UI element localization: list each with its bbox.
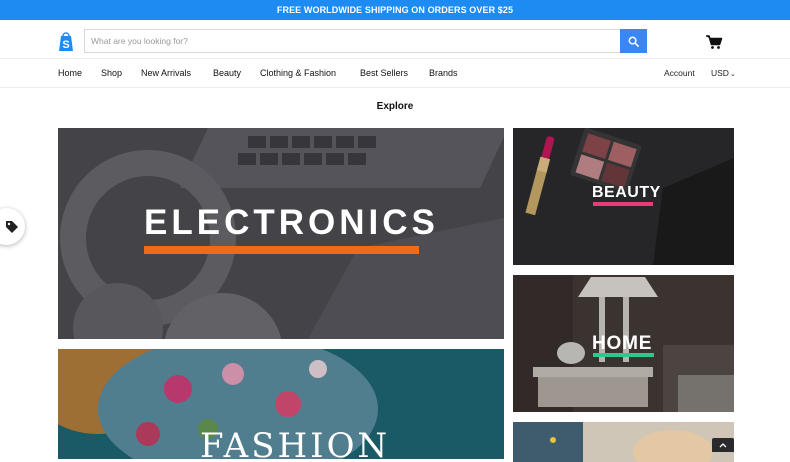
nav-item-best-sellers[interactable]: Best Sellers [360,59,408,87]
search-icon [628,36,639,47]
category-tile-electronics[interactable]: ELECTRONICS [58,128,504,339]
search-bar [84,29,647,53]
nav-item-beauty[interactable]: Beauty [213,59,241,87]
home-title: HOME [592,333,653,354]
currency-label: USD [711,68,729,78]
category-tile-partial[interactable] [513,422,734,462]
category-tile-beauty[interactable]: BEAUTY [513,128,734,265]
home-underline [593,353,654,357]
electronics-underline [144,246,419,254]
account-link[interactable]: Account [664,59,695,87]
announcement-bar: FREE WORLDWIDE SHIPPING ON ORDERS OVER $… [0,0,790,20]
shopping-bag-logo-icon[interactable]: S [58,30,74,52]
beauty-underline [593,202,653,206]
nav-item-brands[interactable]: Brands [429,59,458,87]
chevron-up-icon [719,443,727,448]
search-button[interactable] [620,29,647,53]
site-header: S [0,20,790,59]
tag-icon [5,220,18,233]
nav-item-new-arrivals[interactable]: New Arrivals [141,59,191,87]
search-input[interactable] [85,30,620,52]
main-nav: Home Shop New Arrivals Beauty Clothing &… [0,59,790,88]
announcement-text: FREE WORLDWIDE SHIPPING ON ORDERS OVER $… [276,5,514,15]
category-tile-fashion[interactable]: FASHION [58,349,504,459]
nav-item-clothing-fashion[interactable]: Clothing & Fashion [260,59,336,87]
nav-item-home[interactable]: Home [58,59,82,87]
currency-selector[interactable]: USD⌄ [711,59,736,87]
fashion-title: FASHION [200,426,391,459]
rewards-badge-button[interactable] [0,208,25,245]
electronics-title: ELECTRONICS [144,203,439,242]
beauty-title: BEAUTY [592,184,661,201]
cart-icon[interactable] [705,34,723,50]
nav-item-shop[interactable]: Shop [101,59,122,87]
category-tile-home[interactable]: HOME [513,275,734,412]
partial-tile-background-image [513,422,734,462]
section-title: Explore [376,101,414,112]
svg-text:S: S [62,39,69,51]
chevron-down-icon: ⌄ [729,71,736,78]
